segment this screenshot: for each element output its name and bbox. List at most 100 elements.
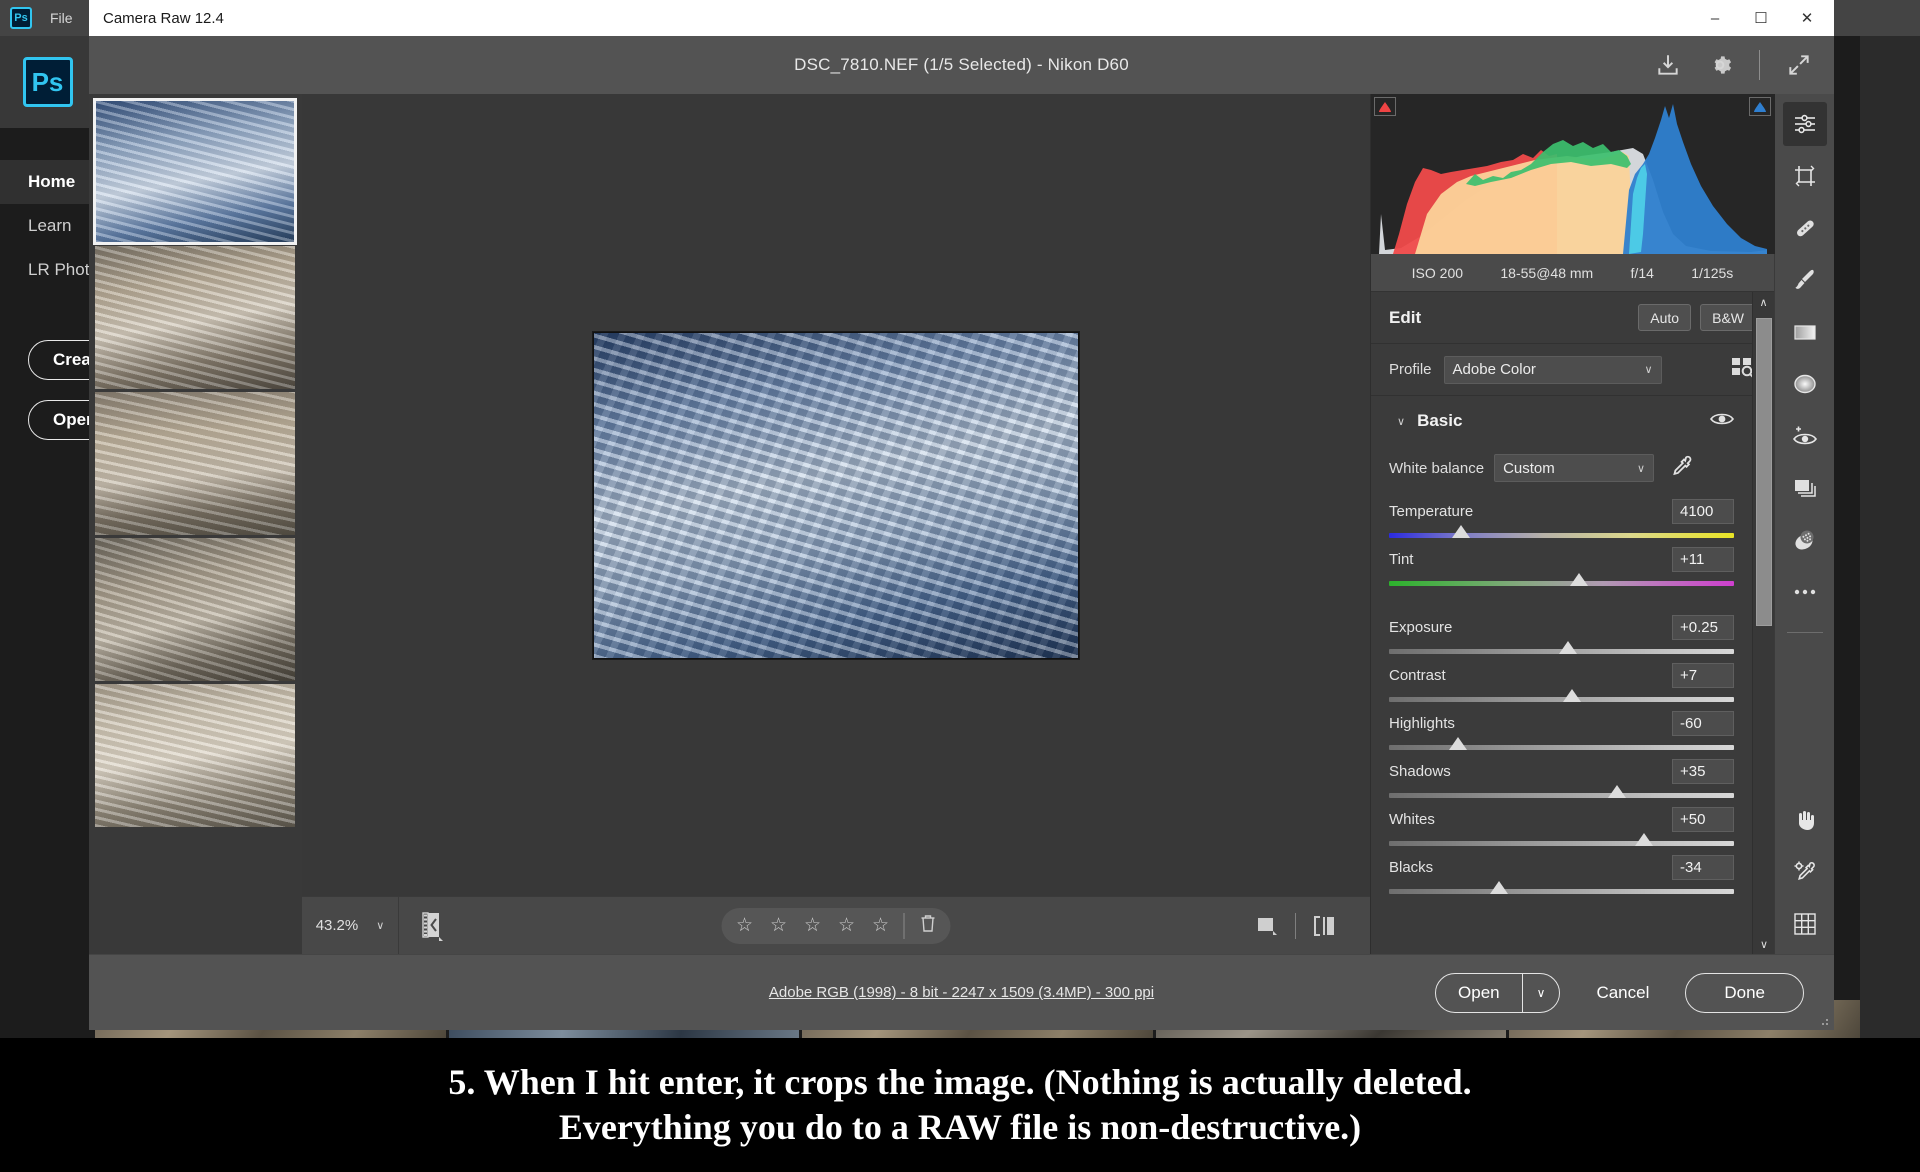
rating-star-3[interactable]: ☆ [796,914,830,937]
slider-knob[interactable] [1490,881,1508,894]
highlight-clipping-indicator[interactable] [1749,97,1771,116]
chevron-down-icon[interactable]: ∨ [1523,986,1560,1000]
slider-knob[interactable] [1608,785,1626,798]
slider-track[interactable] [1389,533,1734,538]
snapshots-tool[interactable] [1783,466,1827,510]
menu-item-file[interactable]: File [50,10,73,26]
white-balance-select[interactable]: Custom ∨ [1494,454,1654,482]
slider-knob[interactable] [1635,833,1653,846]
slider-value[interactable]: +11 [1672,547,1734,572]
minimize-icon[interactable]: – [1692,2,1738,34]
single-view-button[interactable] [1239,914,1295,938]
rating-control[interactable]: ☆ ☆ ☆ ☆ ☆ [722,908,951,944]
slider-track[interactable] [1389,793,1734,798]
slider-track[interactable] [1389,889,1734,894]
slider-contrast[interactable]: Contrast +7 [1371,663,1752,702]
rating-star-1[interactable]: ☆ [728,914,762,937]
slider-temperature[interactable]: Temperature 4100 [1371,499,1752,538]
slider-knob[interactable] [1449,737,1467,750]
slider-knob[interactable] [1570,573,1588,586]
red-eye-tool[interactable] [1783,414,1827,458]
presets-tool[interactable] [1783,518,1827,562]
save-icon[interactable] [1655,52,1681,78]
dialog-title: Camera Raw 12.4 [103,10,224,27]
hand-tool[interactable] [1783,798,1827,842]
filmstrip-thumb-1[interactable] [95,100,295,243]
rating-star-4[interactable]: ☆ [830,914,864,937]
slider-value[interactable]: +50 [1672,807,1734,832]
scrollbar-thumb[interactable] [1756,318,1772,626]
slider-knob[interactable] [1563,689,1581,702]
histogram[interactable] [1371,94,1774,254]
profile-select[interactable]: Adobe Color ∨ [1444,356,1662,384]
slider-exposure[interactable]: Exposure +0.25 [1371,615,1752,654]
scroll-down-icon[interactable]: ∨ [1753,934,1775,954]
slider-value[interactable]: -34 [1672,855,1734,880]
more-options-tool[interactable] [1783,570,1827,614]
bw-button[interactable]: B&W [1700,304,1756,331]
open-button[interactable]: Open ∨ [1435,973,1560,1013]
zoom-level-selector[interactable]: 43.2% ∨ [302,897,399,955]
fullscreen-icon[interactable] [1786,52,1812,78]
slider-track[interactable] [1389,649,1734,654]
filmstrip-thumb-5[interactable] [95,684,295,827]
slider-shadows[interactable]: Shadows +35 [1371,759,1752,798]
caption-bar: 5. When I hit enter, it crops the image.… [0,1038,1920,1172]
radial-filter-tool[interactable] [1783,362,1827,406]
delete-icon[interactable] [911,914,945,938]
done-button[interactable]: Done [1685,973,1804,1013]
white-balance-tool[interactable] [1783,850,1827,894]
resize-grip-icon[interactable] [1818,1015,1830,1027]
slider-track[interactable] [1389,841,1734,846]
filmstrip-thumb-4[interactable] [95,538,295,681]
filmstrip-collapse-button[interactable] [399,897,469,955]
cancel-button[interactable]: Cancel [1570,973,1675,1013]
edit-panel-scrollbar[interactable]: ∧ ∨ [1752,292,1774,954]
slider-knob[interactable] [1452,525,1470,538]
caption-line-2: Everything you do to a RAW file is non-d… [559,1105,1361,1150]
chevron-down-icon[interactable]: ∨ [1397,415,1405,428]
header-icon-group [1655,36,1812,94]
auto-button[interactable]: Auto [1638,304,1691,331]
preview-canvas[interactable] [302,94,1370,896]
crop-tool[interactable] [1783,154,1827,198]
before-after-view-button[interactable] [1296,914,1352,938]
sidebar-item-home[interactable]: Home [0,160,95,204]
close-icon[interactable]: ✕ [1784,2,1830,34]
graduated-filter-tool[interactable] [1783,310,1827,354]
slider-value[interactable]: +7 [1672,663,1734,688]
workflow-options-link[interactable]: Adobe RGB (1998) - 8 bit - 2247 x 1509 (… [769,984,1154,1001]
shadow-clipping-indicator[interactable] [1374,97,1396,116]
slider-track[interactable] [1389,697,1734,702]
slider-value[interactable]: -60 [1672,711,1734,736]
sidebar-item-learn[interactable]: Learn [0,204,95,248]
slider-label: Temperature [1389,503,1473,520]
edit-sliders-tool[interactable] [1783,102,1827,146]
maximize-icon[interactable]: ☐ [1738,2,1784,34]
slider-track[interactable] [1389,581,1734,586]
filmstrip-thumb-3[interactable] [95,392,295,535]
scroll-up-icon[interactable]: ∧ [1753,292,1774,312]
slider-value[interactable]: +35 [1672,759,1734,784]
filmstrip[interactable] [89,94,302,954]
slider-value[interactable]: +0.25 [1672,615,1734,640]
slider-knob[interactable] [1559,641,1577,654]
adjustment-brush-tool[interactable] [1783,258,1827,302]
sidebar-item-lr-photos[interactable]: LR Photos [0,248,95,292]
preview-image[interactable] [593,332,1079,659]
settings-gear-icon[interactable] [1707,52,1733,78]
filmstrip-thumb-2[interactable] [95,246,295,389]
slider-tint[interactable]: Tint +11 [1371,547,1752,586]
slider-value[interactable]: 4100 [1672,499,1734,524]
slider-whites[interactable]: Whites +50 [1371,807,1752,846]
basic-section-header[interactable]: ∨ Basic [1371,396,1752,446]
white-balance-eyedropper-icon[interactable] [1670,454,1694,483]
rating-star-5[interactable]: ☆ [864,914,898,937]
rating-star-2[interactable]: ☆ [762,914,796,937]
slider-track[interactable] [1389,745,1734,750]
slider-blacks[interactable]: Blacks -34 [1371,855,1752,894]
slider-highlights[interactable]: Highlights -60 [1371,711,1752,750]
healing-brush-tool[interactable] [1783,206,1827,250]
grid-overlay-tool[interactable] [1783,902,1827,946]
eye-icon[interactable] [1710,411,1734,432]
